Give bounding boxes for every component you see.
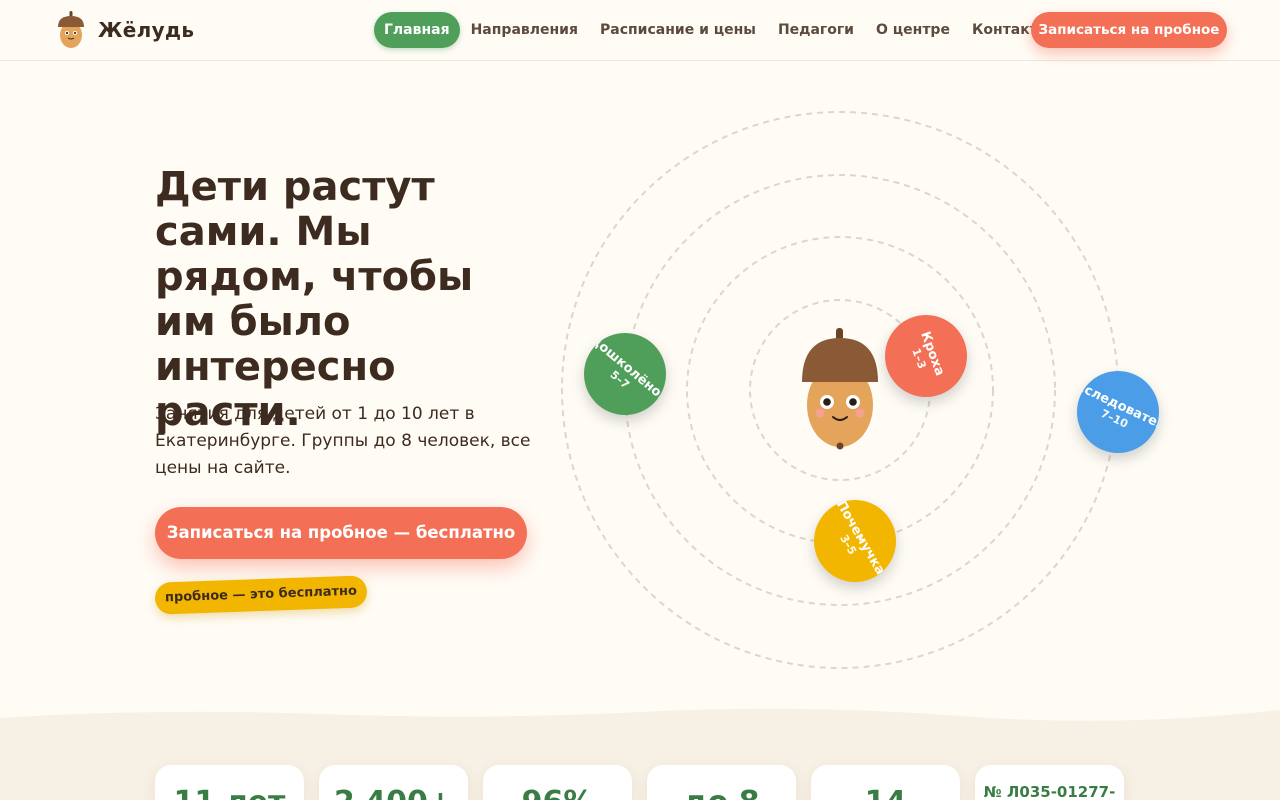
stat-value: 2 400+ [319,785,468,800]
nav-item-home[interactable]: Главная [374,12,460,48]
header-signup-button[interactable]: Записаться на пробное [1031,12,1227,48]
group-pochemuchka[interactable]: Почемучка 3–5 [814,500,896,582]
stat-card-children: 2 400+ [319,765,468,800]
hero-title: Дети растут сами. Мы рядом, чтобы им был… [155,164,474,435]
free-trial-badge: пробное — это бесплатно [154,575,368,615]
stat-card-group-size: до 8 [647,765,796,800]
nav-item-about[interactable]: О центре [865,12,961,48]
acorn-logo-icon [58,11,84,48]
stat-value: 14 [811,785,960,800]
group-issledovatel[interactable]: Исследователь 7–10 [1077,371,1159,453]
acorn-mascot-icon [802,328,878,450]
nav-item-directions[interactable]: Направления [460,12,589,48]
stat-card-license: № Л035-01277- [975,765,1124,800]
group-kroha[interactable]: Кроха 1–3 [885,315,967,397]
nav-item-teachers[interactable]: Педагоги [767,12,865,48]
main-nav: Главная Направления Расписание и цены Пе… [374,12,1062,48]
age-groups-orbit: Кроха 1–3 Почемучка 3–5 Дошколёнок 5–7 И… [540,90,1159,690]
stat-card-years: 11 лет [155,765,304,800]
license-number: № Л035-01277- [983,783,1116,800]
hero-subtitle: Занятия для детей от 1 до 10 лет в Екате… [155,404,531,478]
brand-name: Жёлудь [98,18,195,42]
site-header: Жёлудь Главная Направления Расписание и … [0,0,1280,61]
nav-item-schedule[interactable]: Расписание и цены [589,12,767,48]
logo[interactable]: Жёлудь [56,10,194,50]
stat-card-percent: 96% [483,765,632,800]
stat-card-count: 14 [811,765,960,800]
hero-signup-button[interactable]: Записаться на пробное — бесплатно [155,507,527,559]
group-doshkolyonok[interactable]: Дошколёнок 5–7 [584,333,666,415]
stat-value: 11 лет [155,785,304,800]
stat-value: 96% [483,785,632,800]
stat-value: до 8 [647,785,796,800]
